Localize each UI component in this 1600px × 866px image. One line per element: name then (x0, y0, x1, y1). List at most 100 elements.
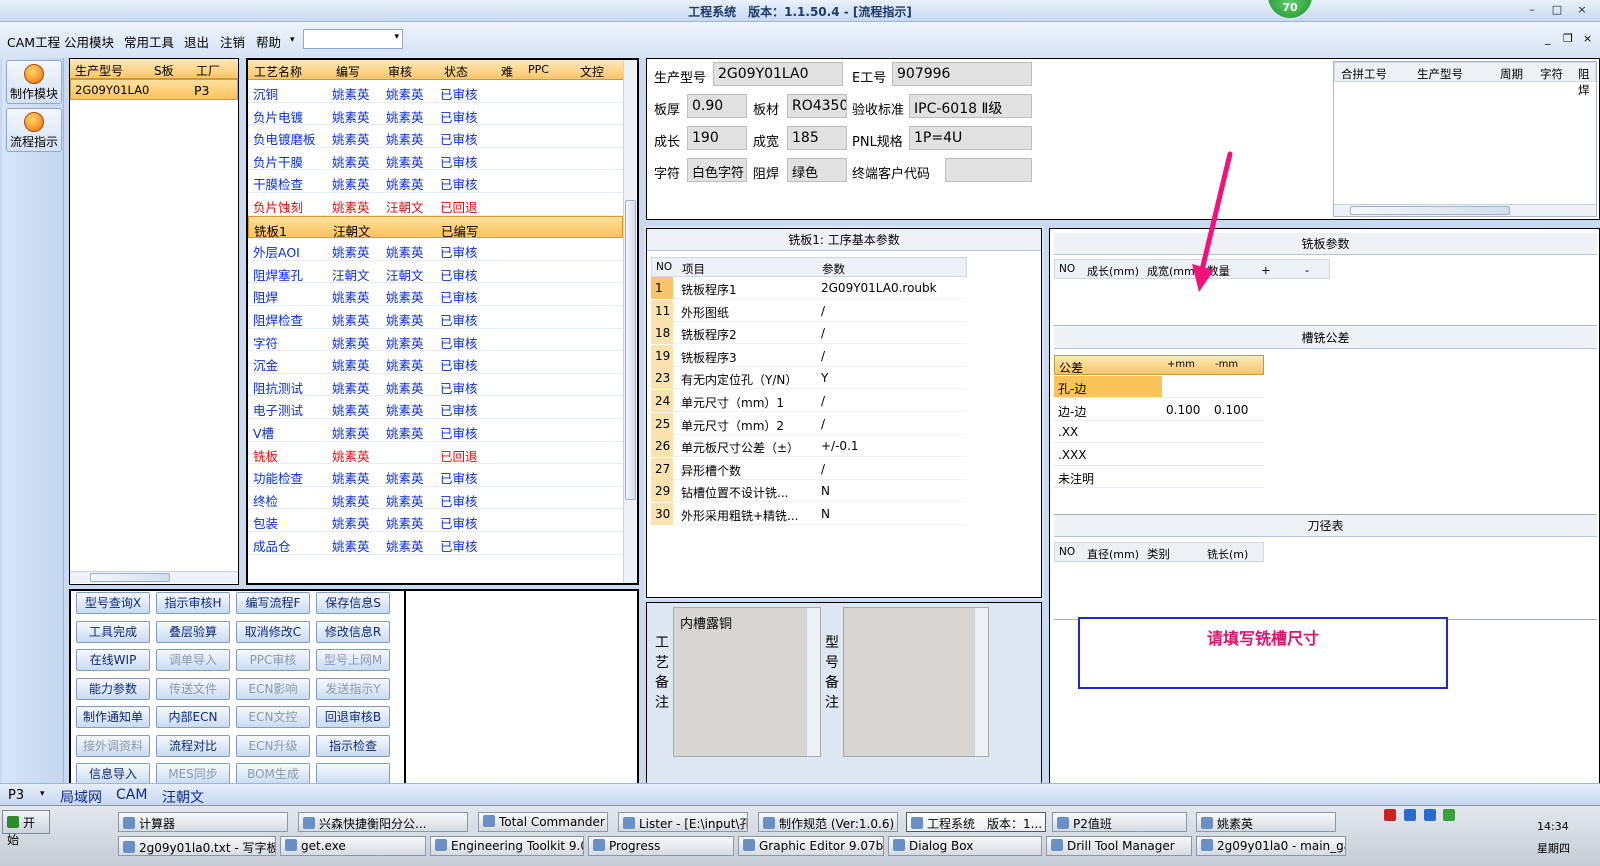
col-status[interactable]: 状态 (444, 63, 468, 80)
action-button[interactable]: ECN影响 (236, 677, 310, 700)
process-remark-box[interactable]: 内槽露铜 (673, 607, 821, 757)
taskbar-item[interactable]: Dialog Box (888, 836, 1042, 856)
taskbar-item[interactable]: Graphic Editor 9.07b2 (... (738, 836, 884, 856)
process-row[interactable]: V槽 姚素英 姚素英 已审核 (248, 419, 623, 442)
col-tool-type[interactable]: 类别 (1147, 546, 1170, 562)
action-button[interactable]: 接外调资料 (76, 734, 150, 757)
action-button[interactable]: ECN文控 (236, 706, 310, 728)
model-remark-scrollbar[interactable] (974, 608, 988, 756)
param-row[interactable]: 1 铣板程序1 2G09Y01LA0.roubk (651, 277, 967, 299)
col-mill-no[interactable]: NO (1059, 263, 1075, 275)
col-plant[interactable]: 工厂 (196, 62, 220, 79)
length-field[interactable]: 190 (687, 126, 747, 150)
close-button[interactable]: × (1573, 3, 1591, 18)
col-merge-mask[interactable]: 阻焊 (1578, 66, 1595, 98)
menu-exit[interactable]: 退出 (184, 32, 209, 51)
menu-public-module[interactable]: 公用模块 (64, 32, 114, 51)
param-row[interactable]: 27 异形槽个数 / (651, 457, 967, 480)
process-row[interactable]: 终检 姚素英 姚素英 已审核 (248, 487, 623, 510)
col-mill-minus[interactable]: - (1305, 263, 1309, 277)
taskbar-item[interactable]: 2g09y01la0.txt - 写字板 (118, 836, 276, 856)
make-module-button[interactable]: 制作模块 (6, 60, 62, 104)
col-merge-period[interactable]: 周期 (1500, 66, 1523, 82)
flow-indicator-button[interactable]: 流程指示 (6, 108, 62, 152)
param-row[interactable]: 24 单元尺寸（mm）1 / (651, 390, 967, 412)
action-button[interactable]: 在线WIP (76, 649, 150, 671)
tol-row[interactable]: 未注明 (1054, 466, 1264, 489)
col-value[interactable]: 参数 (822, 261, 845, 277)
solder-mask-field[interactable]: 绿色 (787, 158, 847, 182)
param-row[interactable]: 19 铣板程序3 / (651, 344, 967, 367)
pnl-field[interactable]: 1P=4U (909, 126, 1032, 150)
process-row[interactable]: 沉金 姚素英 姚素英 已审核 (248, 351, 623, 374)
tol-row[interactable]: 孔-边 (1054, 376, 1264, 398)
process-row[interactable]: 电子测试 姚素英 姚素英 已审核 (248, 396, 623, 419)
taskbar-item[interactable]: 兴森快捷衡阳分公... (298, 812, 468, 832)
mdi-close-button[interactable]: × (1583, 32, 1592, 45)
mdi-restore-button[interactable]: ❐ (1563, 32, 1573, 45)
start-button[interactable]: 开始 (2, 810, 50, 847)
tol-row[interactable]: .XXX (1054, 444, 1264, 466)
order-row[interactable]: 2G09Y01LA0 P3 (70, 79, 238, 100)
process-row[interactable]: 阻焊 姚素英 姚素英 已审核 (248, 283, 623, 306)
process-row[interactable]: 干膜检查 姚素英 姚素英 已审核 (248, 170, 623, 193)
col-s-board[interactable]: S板 (154, 62, 174, 79)
taskbar-item[interactable]: Engineering Toolkit 9.07... (430, 836, 584, 856)
process-row[interactable]: 负片干膜 姚素英 姚素英 已审核 (248, 148, 623, 171)
col-difficulty[interactable]: 难 (501, 63, 513, 80)
taskbar-item[interactable]: Drill Tool Manager (1046, 836, 1192, 856)
taskbar-item[interactable]: P2值班 (1052, 812, 1187, 832)
taskbar-item[interactable]: 制作规范 (Ver:1.0.6) (758, 812, 898, 832)
tol-row[interactable]: 边-边 0.100 0.100 (1054, 399, 1264, 421)
process-row[interactable]: 阻抗测试 姚素英 姚素英 已审核 (248, 374, 623, 397)
menu-logout[interactable]: 注销 (220, 32, 245, 51)
minimize-button[interactable]: – (1523, 3, 1541, 18)
process-row[interactable]: 负片电镀 姚素英 姚素英 已审核 (248, 103, 623, 126)
action-button[interactable]: 修改信息R (316, 620, 390, 643)
scroll-thumb[interactable] (625, 200, 636, 500)
col-item[interactable]: 项目 (682, 261, 705, 277)
col-writer[interactable]: 编写 (336, 63, 360, 80)
action-button[interactable]: 调单导入 (156, 649, 230, 671)
taskbar-item[interactable]: 工程系统 版本：1... (906, 812, 1046, 832)
col-tool-length[interactable]: 铣长(m) (1207, 546, 1248, 562)
col-tool-diameter[interactable]: 直径(mm) (1087, 546, 1139, 562)
scroll-thumb[interactable] (90, 573, 170, 582)
action-button[interactable]: PPC审核 (236, 649, 310, 671)
col-reviewer[interactable]: 审核 (388, 63, 412, 80)
plant-selector[interactable]: P3 (8, 788, 24, 803)
process-row[interactable]: 阻焊检查 姚素英 姚素英 已审核 (248, 306, 623, 329)
customer-code-field[interactable] (945, 158, 1032, 182)
process-row[interactable]: 铣板 姚素英 已回退 (248, 442, 623, 465)
action-button[interactable]: 信息导入 (76, 763, 150, 785)
action-button[interactable]: 流程对比 (156, 734, 230, 757)
action-button[interactable] (316, 763, 390, 785)
action-button[interactable]: 指示检查 (316, 734, 390, 757)
col-merge-model[interactable]: 生产型号 (1417, 66, 1463, 82)
process-row[interactable]: 包装 姚素英 姚素英 已审核 (248, 509, 623, 532)
param-row[interactable]: 26 单元板尺寸公差（±） +/-0.1 (651, 435, 967, 458)
process-grid-vscrollbar[interactable] (623, 60, 637, 583)
col-doc-control[interactable]: 文控 (580, 63, 604, 80)
action-button[interactable]: 取消修改C (236, 620, 310, 643)
menu-tools[interactable]: 常用工具 (124, 32, 174, 51)
order-grid-hscrollbar[interactable] (70, 571, 238, 583)
eno-field[interactable]: 907996 (892, 62, 1032, 86)
status-lan[interactable]: 局域网 (60, 787, 102, 807)
col-merge-no[interactable]: 合拼工号 (1341, 66, 1387, 82)
col-process-name[interactable]: 工艺名称 (254, 63, 302, 80)
standard-field[interactable]: IPC-6018 Ⅱ级 (909, 94, 1032, 118)
action-button[interactable]: 叠层验算 (156, 620, 230, 643)
col-mill-plus[interactable]: + (1261, 263, 1271, 277)
param-row[interactable]: 30 外形采用粗铣+精铣... N (651, 503, 967, 525)
taskbar-item[interactable]: Lister - [E:\input\孔表... (618, 812, 748, 832)
action-button[interactable]: 保存信息S (316, 592, 390, 614)
action-button[interactable]: ECN升级 (236, 734, 310, 757)
process-row[interactable]: 外层AOI 姚素英 姚素英 已审核 (248, 238, 623, 261)
process-row[interactable]: 负电镀磨板 姚素英 姚素英 已审核 (248, 125, 623, 148)
col-tol-name[interactable]: 公差 (1059, 359, 1083, 376)
param-row[interactable]: 23 有无内定位孔（Y/N） Y (651, 367, 967, 390)
material-field[interactable]: RO4350B (787, 94, 847, 118)
action-button[interactable]: 回退审核B (316, 706, 390, 728)
model-field[interactable]: 2G09Y01LA0 (713, 62, 843, 86)
